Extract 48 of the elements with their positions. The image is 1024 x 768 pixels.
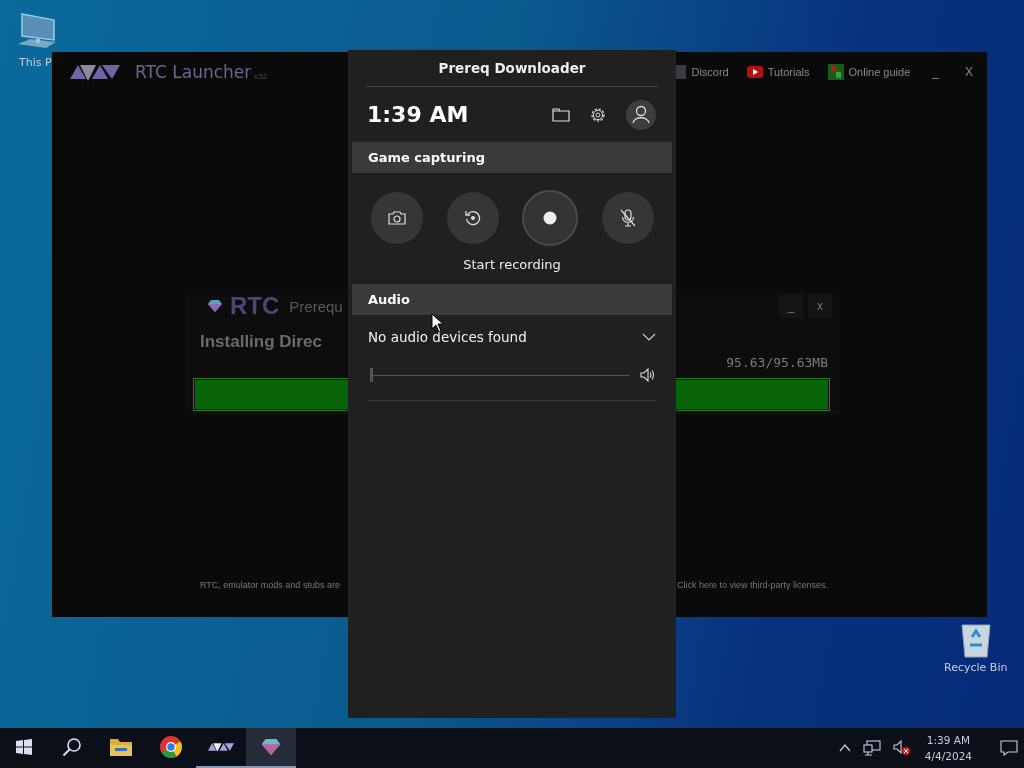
header-link[interactable]: Tutorials (746, 66, 810, 78)
triangles-icon (208, 741, 234, 753)
header-link[interactable]: Online guide (827, 64, 911, 80)
record-icon (543, 211, 558, 225)
button-caption: Start recording (462, 256, 562, 274)
speaker-icon[interactable] (640, 368, 656, 382)
install-status: Installing Direc (200, 332, 322, 352)
slider-thumb[interactable] (370, 368, 373, 382)
windows-icon (16, 739, 32, 755)
panel-title: Prereq Downloader (366, 50, 658, 87)
desktop-icon-label[interactable]: This P (19, 56, 52, 69)
section-header: Game capturing (352, 142, 672, 173)
chevron-down-icon (642, 333, 656, 341)
desktop-icon-label[interactable]: Recycle Bin (944, 661, 1008, 674)
cursor-icon (431, 313, 444, 333)
settings-icon[interactable] (589, 105, 607, 124)
user-icon[interactable] (626, 99, 656, 130)
taskbar-app[interactable] (246, 728, 296, 768)
clock-time: 1:39 AM (367, 102, 469, 127)
replay-icon (463, 209, 482, 227)
app-title: RTC Launcher (135, 62, 252, 82)
download-size: 95.63/95.63MB (726, 355, 828, 370)
taskbar-time[interactable]: 1:39 AM (926, 732, 970, 748)
camera-icon (388, 210, 406, 226)
speaker-muted-icon[interactable] (892, 740, 911, 756)
notification-icon[interactable] (1000, 740, 1018, 756)
chevron-up-icon[interactable] (838, 744, 851, 752)
folder-icon (109, 737, 133, 757)
gem-icon (208, 300, 222, 312)
notice-text: RTC, emulator mods and stubs are (200, 580, 341, 590)
microphone-off-icon (618, 209, 637, 227)
window-control[interactable]: x (808, 294, 832, 318)
folder-icon[interactable] (552, 107, 570, 122)
window-control[interactable]: _ (928, 65, 943, 79)
licenses-link[interactable]: Click here to view third-party licenses. (677, 580, 829, 590)
section-header: Audio (352, 284, 672, 315)
capture-button[interactable] (371, 192, 423, 244)
search-icon (62, 737, 82, 757)
window-control[interactable]: X (961, 65, 977, 79)
play-icon (746, 66, 763, 78)
dialog-title: RTC (230, 292, 280, 320)
taskbar-date[interactable]: 4/4/2024 (924, 748, 972, 764)
browser-icon (159, 735, 183, 759)
window-control[interactable]: _ (779, 294, 803, 318)
version-label: v32 (254, 71, 268, 81)
gem-icon (261, 739, 281, 755)
network-icon[interactable] (862, 740, 881, 756)
dialog-subtitle: Prerequ (289, 297, 343, 315)
